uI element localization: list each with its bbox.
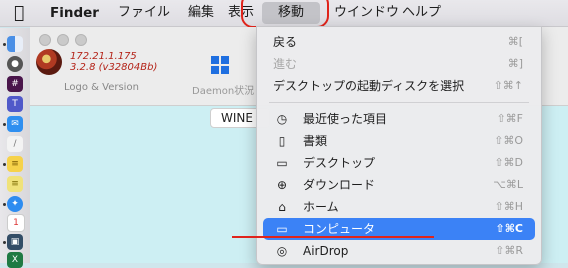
menu-item-forward: 進む ⌘] [273,57,523,71]
close-button[interactable] [39,34,51,46]
menu-item-select-startup-disk[interactable]: デスクトップの起動ディスクを選択 ⇧⌘↑ [263,75,535,97]
toolbar-item-logo-version[interactable]: Logo & Version [64,82,139,93]
running-indicator [3,163,6,166]
document-icon: ▯ [278,134,286,148]
minimize-button[interactable] [57,34,69,46]
menu-item-downloads[interactable]: ⊕ ダウンロード ⌥⌘L [263,174,535,196]
go-menu-dropdown: 戻る ⌘[ 進む ⌘] デスクトップの起動ディスクを選択 ⇧⌘↑ ◷ 最近使った項目 ⇧… [256,26,542,265]
toolbar-item-daemon-status[interactable]: Daemon状況 [192,82,254,97]
calendar-dock-icon[interactable]: 1 [7,214,25,232]
menu-item-home[interactable]: ⌂ ホーム ⇧⌘H [263,196,535,218]
menu-help[interactable]: ヘルプ [402,0,441,26]
menu-window[interactable]: ウインドウ [334,0,399,26]
ip-address-text: 172.21.1.175 [70,51,137,62]
annotation-underline [232,236,434,238]
stickies-dock-icon[interactable]: ≡ [7,176,23,192]
notes-dock-icon[interactable]: ≡ [7,156,23,172]
desktop-icon: ▭ [276,156,288,170]
teams-dock-icon[interactable]: T [7,96,23,112]
running-indicator [3,241,6,244]
windows-icon[interactable] [210,55,230,75]
launchpad-dock-icon[interactable]: ● [7,56,23,72]
download-icon: ⊕ [276,178,288,192]
safari-dock-icon[interactable]: ✦ [7,196,23,212]
app-logo [36,49,62,75]
slack-dock-icon[interactable]: # [7,76,23,92]
menu-edit[interactable]: 編集 [188,0,214,26]
version-text: 3.2.8 (v32804Bb) [70,62,158,73]
computer-icon: ▭ [276,222,288,236]
screen-dock-icon[interactable]: ▣ [7,234,23,250]
running-indicator [3,43,6,46]
annotation-highlight-circle [241,0,329,28]
clock-icon: ◷ [276,112,288,126]
mail-dock-icon[interactable]: ✉ [7,116,23,132]
home-icon: ⌂ [278,200,286,214]
zoom-button[interactable] [75,34,87,46]
menu-separator [269,102,529,103]
airdrop-icon: ◎ [276,244,288,258]
menu-item-back[interactable]: 戻る ⌘[ [263,31,535,53]
menu-file[interactable]: ファイル [118,0,170,26]
menu-item-recents[interactable]: ◷ 最近使った項目 ⇧⌘F [263,108,535,130]
finder-dock-icon[interactable] [7,36,23,52]
menu-finder[interactable]: Finder [50,0,99,26]
menu-item-desktop[interactable]: ▭ デスクトップ ⇧⌘D [263,152,535,174]
running-indicator [3,203,6,206]
menu-item-documents[interactable]: ▯ 書類 ⇧⌘O [263,130,535,152]
pencil-dock-icon[interactable]: / [7,136,23,152]
menubar:  Finder ファイル 編集 表示 移動 ウインドウ ヘルプ [0,0,568,28]
excel-dock-icon[interactable]: X [7,252,23,268]
menu-item-airdrop[interactable]: ◎ AirDrop ⇧⌘R [263,240,535,262]
apple-icon[interactable]:  [14,0,24,26]
dock: ● # T ✉ / ≡ ≡ ✦ 1 ▣ X [0,28,31,268]
running-indicator [3,123,6,126]
